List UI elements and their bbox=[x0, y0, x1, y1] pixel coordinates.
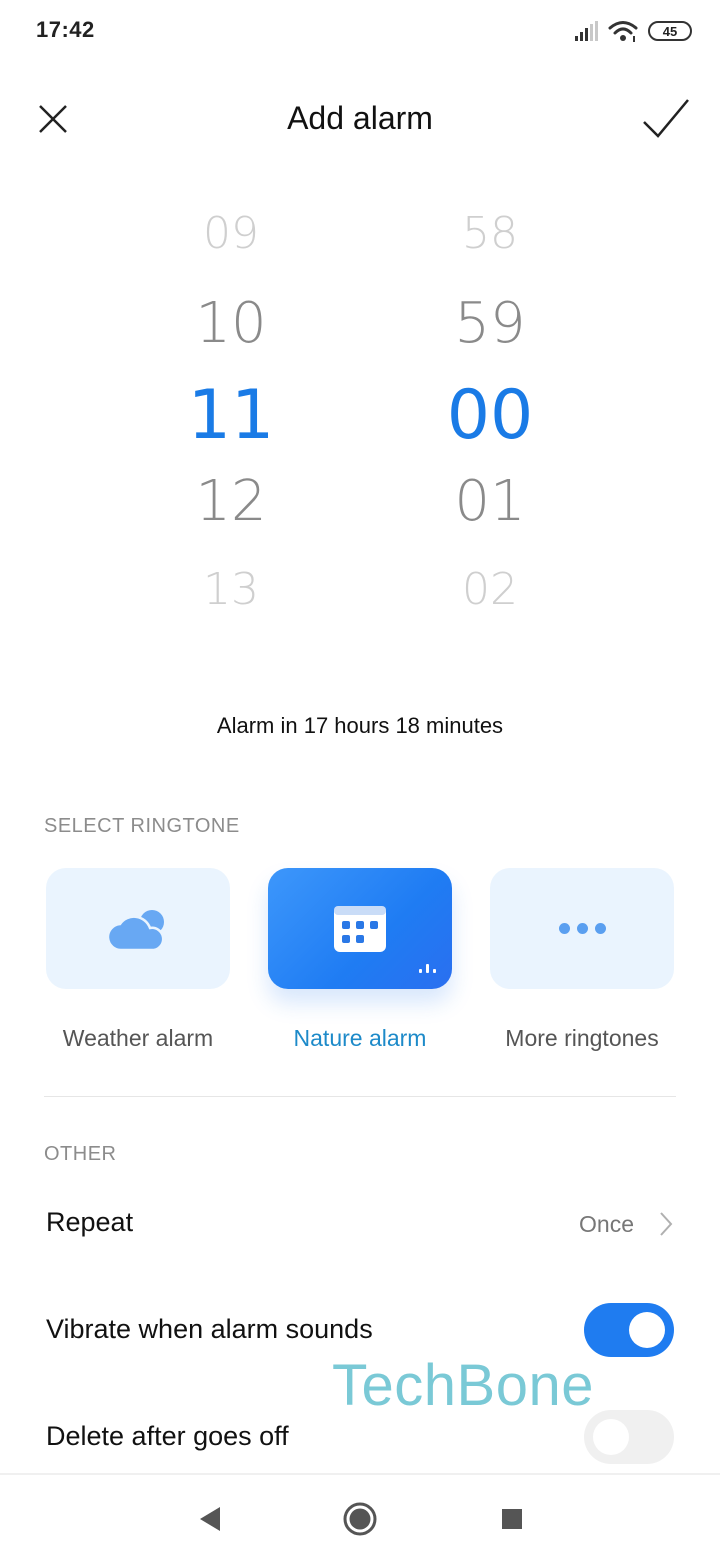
ringtone-card[interactable] bbox=[490, 868, 674, 989]
home-button[interactable] bbox=[340, 1499, 380, 1539]
alarm-countdown-text: Alarm in 17 hours 18 minutes bbox=[216, 713, 504, 738]
toggle-knob bbox=[593, 1419, 629, 1455]
status-bar: 17:42 45 bbox=[0, 0, 720, 62]
minute-option[interactable]: 59 bbox=[390, 296, 590, 352]
recents-button[interactable] bbox=[492, 1499, 532, 1539]
signal-icon bbox=[575, 21, 598, 41]
hour-wheel[interactable]: 09 10 11 12 13 bbox=[131, 190, 331, 640]
vibrate-row: Vibrate when alarm sounds bbox=[0, 1290, 720, 1370]
hour-option[interactable]: 09 bbox=[131, 212, 331, 256]
ringtone-weather-alarm[interactable]: Weather alarm bbox=[46, 868, 230, 1052]
divider bbox=[44, 1096, 676, 1097]
check-icon bbox=[643, 99, 689, 138]
toggle-knob bbox=[629, 1312, 665, 1348]
section-label-other: OTHER bbox=[44, 1143, 117, 1165]
ringtone-label: Nature alarm bbox=[293, 1025, 427, 1051]
back-icon bbox=[200, 1507, 220, 1531]
minute-option[interactable]: 01 bbox=[390, 474, 590, 530]
vibrate-toggle[interactable] bbox=[584, 1303, 674, 1357]
section-label-ringtone: SELECT RINGTONE bbox=[44, 815, 240, 837]
ringtone-options: Weather alarm Nature alarm More ringtone… bbox=[0, 868, 720, 1068]
status-time: 17:42 bbox=[36, 17, 95, 42]
chevron-right-icon bbox=[660, 1212, 673, 1236]
minute-option[interactable]: 02 bbox=[390, 568, 590, 612]
repeat-row[interactable]: Repeat Once bbox=[0, 1185, 720, 1265]
navigation-bar bbox=[0, 1473, 720, 1560]
time-picker: 09 10 11 12 13 58 59 00 01 02 bbox=[0, 190, 720, 640]
back-button[interactable] bbox=[190, 1499, 230, 1539]
minute-wheel[interactable]: 58 59 00 01 02 bbox=[390, 190, 590, 640]
vibrate-label: Vibrate when alarm sounds bbox=[46, 1314, 373, 1344]
recents-icon bbox=[502, 1509, 522, 1529]
calendar-icon bbox=[334, 905, 386, 952]
playing-indicator-icon bbox=[419, 964, 436, 973]
battery-icon: 45 bbox=[648, 21, 692, 41]
delete-after-row: Delete after goes off bbox=[0, 1397, 720, 1477]
page-title: Add alarm bbox=[287, 100, 433, 136]
cloud-icon bbox=[108, 909, 165, 951]
minute-selected[interactable]: 00 bbox=[390, 382, 590, 450]
ringtone-label: More ringtones bbox=[505, 1025, 659, 1051]
ringtone-card-selected[interactable] bbox=[268, 868, 452, 989]
hour-selected[interactable]: 11 bbox=[131, 382, 331, 450]
hour-option[interactable]: 13 bbox=[131, 568, 331, 612]
repeat-label: Repeat bbox=[46, 1207, 134, 1237]
delete-after-toggle[interactable] bbox=[584, 1410, 674, 1464]
minute-option[interactable]: 58 bbox=[390, 212, 590, 256]
wifi-icon bbox=[608, 21, 638, 42]
delete-after-label: Delete after goes off bbox=[46, 1421, 289, 1451]
home-icon bbox=[343, 1502, 377, 1536]
ringtone-nature-alarm[interactable]: Nature alarm bbox=[268, 868, 452, 1052]
ringtone-card[interactable] bbox=[46, 868, 230, 989]
confirm-button[interactable] bbox=[640, 92, 692, 144]
header: Add alarm bbox=[0, 80, 720, 160]
ringtone-more[interactable]: More ringtones bbox=[490, 868, 674, 1052]
more-dots-icon bbox=[558, 923, 606, 934]
repeat-value: Once bbox=[579, 1211, 634, 1237]
battery-level: 45 bbox=[662, 23, 678, 39]
hour-option[interactable]: 10 bbox=[131, 296, 331, 352]
hour-option[interactable]: 12 bbox=[131, 474, 331, 530]
status-icons: 45 bbox=[575, 18, 692, 44]
ringtone-label: Weather alarm bbox=[62, 1025, 214, 1051]
